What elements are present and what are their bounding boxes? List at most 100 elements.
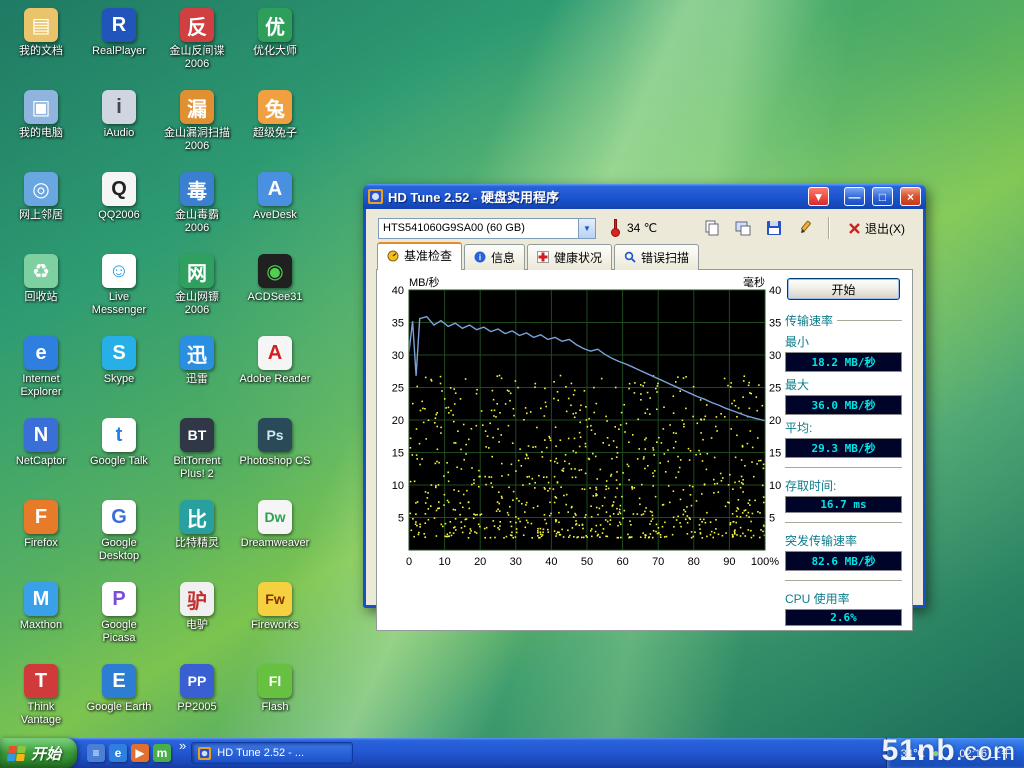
minimize-button[interactable]: — [844,187,865,206]
svg-text:10: 10 [769,480,781,492]
svg-text:20: 20 [392,415,404,427]
desktop-icon-google-desktop[interactable]: G Google Desktop [80,494,158,576]
desktop-icon-label: 金山漏洞扫描 2006 [164,127,230,152]
desktop-icon-acdsee31[interactable]: ◉ ACDSee31 [236,248,314,330]
desktop-icon-flash[interactable]: Fl Flash [236,658,314,740]
drive-select-dropdown[interactable]: HTS541060G9SA00 (60 GB) ▼ [378,218,596,239]
desktop-icon-google-picasa[interactable]: P Google Picasa [80,576,158,658]
desktop-icon-kingsoft-duba-2006[interactable]: 毒 金山毒霸 2006 [158,166,236,248]
desktop-icon-fireworks[interactable]: Fw Fireworks [236,576,314,658]
quick-launch-chevron-icon[interactable]: » [177,738,188,768]
burst-rate-value: 82.6 MB/秒 [785,551,902,571]
kingsoft-antispy-2006-icon: 反 [180,8,214,42]
desktop-icon-think-vantage[interactable]: T Think Vantage [2,658,80,740]
cpu-usage-label: CPU 使用率 [785,590,902,607]
desktop-icon-google-talk[interactable]: t Google Talk [80,412,158,494]
burst-rate-label: 突发传输速率 [785,532,902,549]
desktop-icon-label: Adobe Reader [240,373,311,386]
internet-explorer-quick-icon[interactable]: e [109,744,127,762]
dreamweaver-icon: Dw [258,500,292,534]
benchmark-chart: 0102030405060708090100%55101015152020252… [379,275,783,571]
acdsee31-icon: ◉ [258,254,292,288]
desktop-icon-label: 金山毒霸 2006 [175,209,219,234]
hd-tune-task-icon [198,747,211,760]
taskbar-task-hd-tune[interactable]: HD Tune 2.52 - ... [191,742,353,764]
save-screenshot-button[interactable] [762,217,786,239]
window-titlebar[interactable]: HD Tune 2.52 - 硬盘实用程序 ▼ — □ × [363,184,926,209]
desktop-icon-label: 优化大师 [253,45,297,58]
options-button[interactable] [793,217,817,239]
desktop-icon-iaudio[interactable]: i iAudio [80,84,158,166]
desktop-icon-maxthon[interactable]: M Maxthon [2,576,80,658]
desktop-icon-pp2005[interactable]: PP PP2005 [158,658,236,740]
desktop-icon-my-documents[interactable]: ▤ 我的文档 [2,2,80,84]
svg-text:80: 80 [688,556,700,568]
desktop-icon-recycle-bin[interactable]: ♻ 回收站 [2,248,80,330]
desktop-icon-network-places[interactable]: ◎ 网上邻居 [2,166,80,248]
desktop-icon-kingsoft-netguard-2006[interactable]: 网 金山网镖 2006 [158,248,236,330]
tab-info[interactable]: i 信息 [464,244,525,270]
svg-text:35: 35 [769,318,781,330]
tab-health[interactable]: 健康状况 [527,244,612,270]
desktop-icon-dreamweaver[interactable]: Dw Dreamweaver [236,494,314,576]
desktop-icon-label: 金山反间谍 2006 [170,45,225,70]
desktop-icon-label: ACDSee31 [247,291,302,304]
window-body: HTS541060G9SA00 (60 GB) ▼ 34 ℃ [363,209,926,608]
start-button-label: 开始 [31,743,61,764]
close-button[interactable]: × [900,187,921,206]
show-desktop-icon[interactable]: ≡ [87,744,105,762]
desktop-icon-my-computer[interactable]: ▣ 我的电脑 [2,84,80,166]
tab-benchmark-label: 基准检查 [404,247,452,264]
exit-button[interactable]: 退出(X) [841,218,913,239]
desktop-icon-adobe-reader[interactable]: A Adobe Reader [236,330,314,412]
save-icon [766,220,782,236]
desktop-icon-emule[interactable]: 驴 电驴 [158,576,236,658]
max-value: 36.0 MB/秒 [785,395,902,415]
download-arrow-button[interactable]: ▼ [808,187,829,206]
tab-benchmark[interactable]: 基准检查 [377,242,462,270]
transfer-rate-group: 传输速率 [785,312,902,329]
desktop-icon-label: BitTorrent Plus! 2 [173,455,220,480]
stats-panel: 开始 传输速率 最小 18.2 MB/秒 最大 36.0 MB/秒 平均: 29… [783,275,908,626]
access-time-value: 16.7 ms [785,496,902,513]
desktop-icon-realplayer[interactable]: R RealPlayer [80,2,158,84]
copy-icon [704,220,720,236]
media-player-quick-icon[interactable]: ▶ [131,744,149,762]
desktop-icon-thunder-xunlei[interactable]: 迅 迅雷 [158,330,236,412]
desktop-icon-bitspirit[interactable]: 比 比特精灵 [158,494,236,576]
svg-text:0: 0 [406,556,412,568]
desktop-icon-avedesk[interactable]: A AveDesk [236,166,314,248]
desktop-icon-photoshop-cs[interactable]: Ps Photoshop CS [236,412,314,494]
copy-results-button[interactable] [700,217,724,239]
desktop[interactable]: { "desktop": { "icons": [ {"name":"my-do… [0,0,1024,768]
desktop-icon-firefox[interactable]: F Firefox [2,494,80,576]
google-earth-icon: E [102,664,136,698]
desktop-icon-youhua-dashi[interactable]: 优 优化大师 [236,2,314,84]
tab-error-scan-label: 错误扫描 [641,249,689,266]
start-button[interactable]: 开始 [0,738,77,768]
drive-select-value: HTS541060G9SA00 (60 GB) [379,219,578,238]
stats-separator [785,467,902,469]
desktop-icon-kingsoft-antispy-2006[interactable]: 反 金山反间谍 2006 [158,2,236,84]
svg-text:35: 35 [392,318,404,330]
desktop-icon-super-rabbit[interactable]: 兔 超级兔子 [236,84,314,166]
tab-error-scan[interactable]: 错误扫描 [614,244,699,270]
desktop-icon-bittorrent-plus-2[interactable]: BT BitTorrent Plus! 2 [158,412,236,494]
maximize-button[interactable]: □ [872,187,893,206]
svg-text:20: 20 [474,556,486,568]
desktop-icon-label: Dreamweaver [241,537,309,550]
desktop-icon-internet-explorer[interactable]: e Internet Explorer [2,330,80,412]
desktop-icon-live-messenger[interactable]: ☺ Live Messenger [80,248,158,330]
desktop-icon-google-earth[interactable]: E Google Earth [80,658,158,740]
desktop-icon-kingsoft-vulnscan-2006[interactable]: 漏 金山漏洞扫描 2006 [158,84,236,166]
magnifier-icon [624,251,636,263]
start-benchmark-button[interactable]: 开始 [787,278,900,300]
maxthon-quick-icon[interactable]: m [153,744,171,762]
desktop-icon-netcaptor[interactable]: N NetCaptor [2,412,80,494]
desktop-icon-label: 我的文档 [19,45,63,58]
desktop-icon-qq2006[interactable]: Q QQ2006 [80,166,158,248]
chevron-down-icon[interactable]: ▼ [578,219,595,238]
desktop-icon-skype[interactable]: S Skype [80,330,158,412]
min-label: 最小 [785,333,902,350]
copy-screenshot-button[interactable] [731,217,755,239]
